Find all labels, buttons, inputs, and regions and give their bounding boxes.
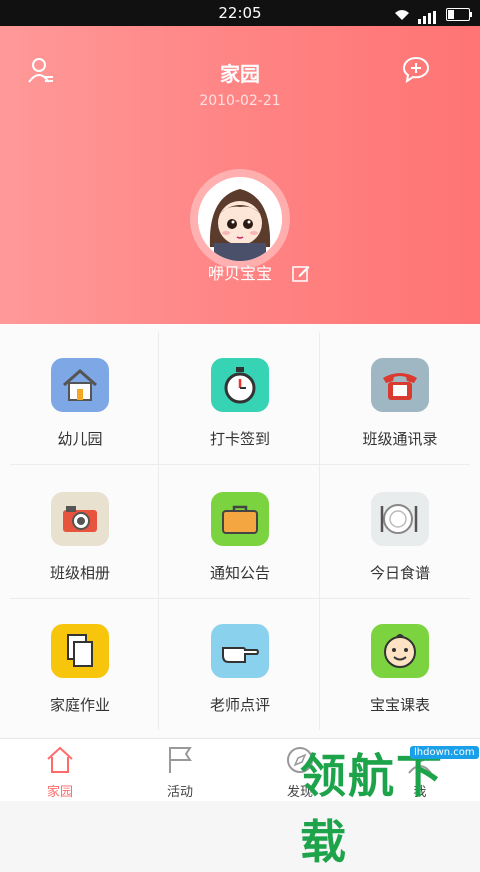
tab-activity[interactable]: 活动 — [120, 739, 240, 801]
flag-tab-icon — [169, 747, 192, 773]
grid-item-label: 今日食谱 — [369, 564, 430, 582]
wifi-icon — [395, 9, 409, 20]
camera-icon — [51, 492, 109, 546]
grid-item-notice[interactable]: 通知公告 — [160, 458, 320, 590]
edit-name-icon[interactable] — [292, 264, 310, 282]
baby-name: 咿贝宝宝 — [207, 264, 272, 283]
grid-item-label: 幼儿园 — [57, 430, 103, 448]
tab-label: 家园 — [46, 785, 73, 800]
tab-label: 活动 — [166, 785, 193, 800]
grid-item-schedule[interactable]: 宝宝课表 — [320, 590, 480, 722]
grid-item-contacts[interactable]: 班级通讯录 — [320, 324, 480, 456]
add-message-icon[interactable] — [402, 56, 430, 84]
telephone-icon — [371, 358, 429, 412]
grid-item-menu[interactable]: 今日食谱 — [320, 458, 480, 590]
watermark-url: lhdown.com — [410, 746, 479, 759]
grid-item-label: 通知公告 — [209, 564, 270, 582]
feature-grid: 幼儿园 打卡签到 班级通讯录 班级相册 通知公告 今日食谱 家庭作业 老师点评 … — [0, 324, 480, 738]
grid-item-label: 班级相册 — [49, 564, 110, 582]
plate-icon — [371, 492, 429, 546]
house-icon — [51, 358, 109, 412]
signal-icon — [418, 5, 438, 24]
home-tab-icon — [47, 746, 73, 773]
grid-item-label: 打卡签到 — [209, 430, 270, 448]
stopwatch-icon — [211, 358, 269, 412]
grid-item-checkin[interactable]: 打卡签到 — [160, 324, 320, 456]
current-date: 2010-02-21 — [199, 93, 281, 109]
status-bar: 22:05 — [0, 0, 480, 26]
grid-item-album[interactable]: 班级相册 — [0, 458, 160, 590]
grid-item-label: 家庭作业 — [49, 696, 110, 714]
documents-icon — [51, 624, 109, 678]
grid-item-label: 班级通讯录 — [362, 430, 438, 448]
tab-home[interactable]: 家园 — [0, 739, 120, 801]
grid-item-label: 老师点评 — [209, 696, 270, 714]
baby-avatar-image — [198, 177, 282, 261]
grid-item-homework[interactable]: 家庭作业 — [0, 590, 160, 722]
status-icons — [394, 5, 472, 24]
avatar[interactable] — [190, 169, 290, 269]
baby-face-icon — [371, 624, 429, 678]
watermark-text: 领航下载 — [300, 749, 444, 869]
home-header: 家园 2010-02-21 咿贝宝宝 — [0, 26, 480, 324]
briefcase-icon — [211, 492, 269, 546]
battery-icon — [446, 8, 472, 21]
grid-item-teacher-review[interactable]: 老师点评 — [160, 590, 320, 722]
grid-item-kindergarten[interactable]: 幼儿园 — [0, 324, 160, 456]
pointing-hand-icon — [211, 624, 269, 678]
grid-item-label: 宝宝课表 — [369, 696, 430, 714]
